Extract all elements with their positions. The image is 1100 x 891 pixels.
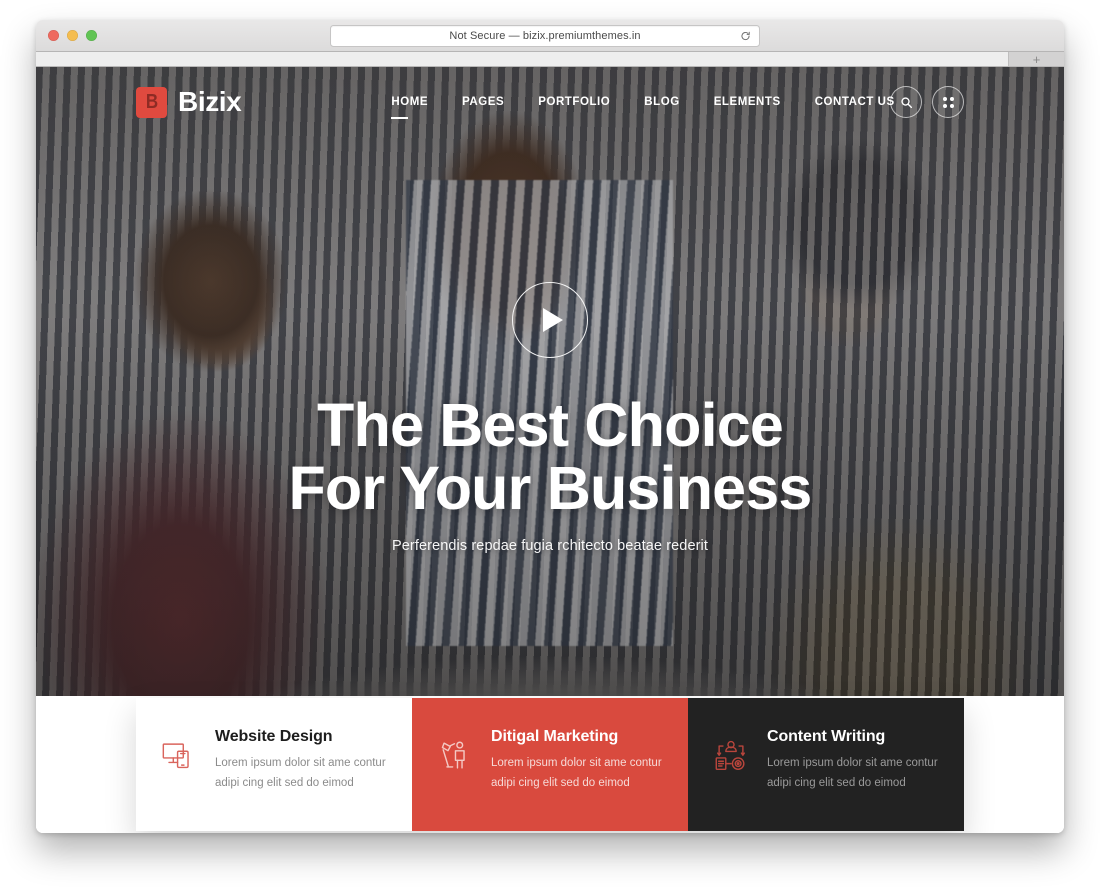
nav-item-pages[interactable]: PAGES: [445, 96, 521, 108]
service-card-text-line-2: adipi cing elit sed do eimod: [215, 776, 354, 789]
hero-title-line-1: The Best Choice: [317, 391, 784, 459]
hero-content: The Best Choice For Your Business Perfer…: [36, 282, 1064, 554]
tab-strip: +: [36, 52, 1064, 67]
address-bar-text: Not Secure — bizix.premiumthemes.in: [449, 30, 641, 42]
service-card-website-design[interactable]: Website Design Lorem ipsum dolor sit ame…: [136, 698, 412, 831]
service-card-title: Website Design: [215, 728, 333, 745]
service-card-text-line-2: adipi cing elit sed do eimod: [491, 776, 630, 789]
monitor-mobile-icon: [160, 737, 198, 775]
hero-section: B Bizix HOME PAGES PORTFOLIO BLOG ELEMEN…: [36, 67, 1064, 696]
card-body: Website Design Lorem ipsum dolor sit ame…: [215, 725, 386, 794]
search-button[interactable]: [890, 86, 922, 118]
hero-title: The Best Choice For Your Business: [36, 394, 1064, 520]
workflow-target-icon: [712, 737, 750, 775]
maximize-window-button[interactable]: [86, 30, 97, 41]
nav-item-portfolio[interactable]: PORTFOLIO: [521, 96, 627, 108]
service-card-title: Ditigal Marketing: [491, 728, 619, 745]
service-cards: Website Design Lorem ipsum dolor sit ame…: [136, 698, 964, 831]
site-header: B Bizix HOME PAGES PORTFOLIO BLOG ELEMEN…: [36, 67, 1064, 137]
brand-logo[interactable]: B Bizix: [136, 86, 242, 118]
brand-name: Bizix: [178, 86, 242, 117]
nav-item-elements[interactable]: ELEMENTS: [697, 96, 798, 108]
service-card-text-line-2: adipi cing elit sed do eimod: [767, 776, 906, 789]
service-card-digital-marketing[interactable]: Ditigal Marketing Lorem ipsum dolor sit …: [412, 698, 688, 831]
browser-window: Not Secure — bizix.premiumthemes.in + B …: [36, 20, 1064, 833]
page-viewport: B Bizix HOME PAGES PORTFOLIO BLOG ELEMEN…: [36, 67, 1064, 833]
address-bar[interactable]: Not Secure — bizix.premiumthemes.in: [330, 25, 760, 47]
play-icon: [543, 308, 563, 332]
logo-glyph: B: [146, 91, 158, 113]
service-card-text-line-1: Lorem ipsum dolor sit ame contur: [491, 757, 662, 770]
nav-item-home[interactable]: HOME: [374, 96, 445, 119]
close-window-button[interactable]: [48, 30, 59, 41]
hero-subtitle: Perferendis repdae fugia rchitecto beata…: [391, 537, 709, 554]
service-card-text-line-1: Lorem ipsum dolor sit ame contur: [767, 757, 938, 770]
card-body: Ditigal Marketing Lorem ipsum dolor sit …: [491, 725, 662, 794]
megaphone-person-icon: [436, 737, 474, 775]
service-card-title: Content Writing: [767, 728, 886, 745]
new-tab-button[interactable]: +: [1009, 52, 1064, 66]
logo-icon: B: [136, 86, 167, 118]
minimize-window-button[interactable]: [67, 30, 78, 41]
grid-menu-button[interactable]: [932, 86, 964, 118]
service-card-content-writing[interactable]: Content Writing Lorem ipsum dolor sit am…: [688, 698, 964, 831]
service-card-text-line-1: Lorem ipsum dolor sit ame contur: [215, 757, 386, 770]
grid-dots-icon: [942, 96, 954, 108]
reload-icon[interactable]: [740, 31, 751, 42]
main-navigation: HOME PAGES PORTFOLIO BLOG ELEMENTS CONTA…: [374, 96, 911, 119]
search-icon: [900, 96, 913, 109]
browser-toolbar: Not Secure — bizix.premiumthemes.in: [36, 20, 1064, 52]
play-video-button[interactable]: [512, 282, 588, 358]
hero-title-line-2: For Your Business: [288, 453, 812, 522]
tab-active[interactable]: [36, 52, 1009, 66]
card-body: Content Writing Lorem ipsum dolor sit am…: [767, 725, 938, 794]
header-actions: [890, 86, 964, 118]
nav-item-blog[interactable]: BLOG: [627, 96, 696, 108]
window-controls: [48, 30, 97, 41]
